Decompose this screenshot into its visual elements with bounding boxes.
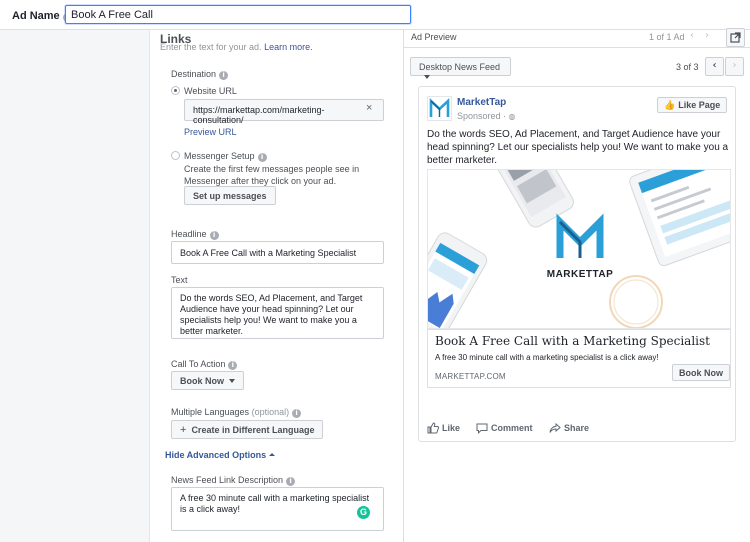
messenger-setup-label: Messenger Setup i	[184, 151, 267, 162]
divider	[427, 387, 731, 388]
messenger-description: Create the first few messages people see…	[184, 164, 360, 186]
ad-domain: MARKETTAP.COM	[435, 372, 506, 381]
chevron-down-icon	[424, 75, 430, 79]
divider	[730, 329, 731, 388]
ad-primary-text: Do the words SEO, Ad Placement, and Targ…	[427, 129, 729, 166]
chevron-right-icon: ›	[732, 60, 737, 71]
preview-page-counter: 3 of 3	[676, 62, 699, 72]
multiple-languages-label: Multiple Languages (optional) i	[171, 407, 302, 418]
ad-creative-illustration: MARKETTAP	[428, 170, 730, 328]
website-url-radio[interactable]	[171, 86, 180, 95]
ad-name-label: Ad Namei	[12, 10, 72, 22]
previous-preview-button[interactable]: ‹	[705, 57, 724, 76]
section-subtitle: Enter the text for your ad. Learn more.	[160, 42, 313, 52]
globe-icon: ◍	[508, 112, 516, 121]
call-to-action-label: Call To Action i	[171, 359, 238, 370]
learn-more-link[interactable]: Learn more.	[264, 42, 313, 52]
set-up-messages-button[interactable]: Set up messages	[184, 186, 276, 205]
news-feed-link-description-label: News Feed Link Description i	[171, 475, 296, 486]
destination-label: Destination i	[171, 69, 229, 80]
info-icon[interactable]: i	[228, 361, 238, 370]
page-name[interactable]: MarketTap	[457, 97, 506, 108]
external-link-icon	[730, 32, 741, 43]
like-page-button[interactable]: 👍 Like Page	[657, 97, 728, 113]
chevron-down-icon	[229, 379, 235, 383]
ad-headline[interactable]: Book A Free Call with a Marketing Specia…	[435, 334, 710, 348]
sponsored-label: Sponsored · ◍	[457, 111, 516, 121]
placement-dropdown[interactable]: Desktop News Feed	[410, 57, 511, 79]
links-editor: Links Enter the text for your ad. Learn …	[150, 30, 404, 542]
primary-text-input[interactable]: Do the words SEO, Ad Placement, and Targ…	[171, 287, 384, 339]
headline-label: Headline i	[171, 229, 219, 240]
text-label: Text	[171, 275, 188, 285]
ad-preview-title: Ad Preview	[411, 32, 457, 42]
ad-count: 1 of 1 Ad	[649, 32, 685, 42]
chevron-right-icon[interactable]: ›	[705, 30, 709, 41]
like-action[interactable]: Like	[427, 422, 460, 434]
divider	[427, 329, 731, 330]
share-action[interactable]: Share	[549, 422, 589, 434]
website-url-input[interactable]: https://markettap.com/marketing-consulta…	[184, 99, 384, 125]
info-icon[interactable]: i	[257, 153, 267, 162]
chevron-left-icon[interactable]: ‹	[690, 30, 694, 41]
preview-url-link[interactable]: Preview URL	[184, 127, 237, 137]
ad-name-bar: Ad Namei	[0, 0, 750, 30]
plus-icon: +	[180, 424, 187, 436]
news-feed-link-description-input[interactable]: A free 30 minute call with a marketing s…	[171, 487, 384, 531]
ad-link-description: A free 30 minute call with a marketing s…	[435, 353, 659, 362]
divider	[427, 329, 428, 388]
thumbs-up-icon: 👍	[664, 101, 676, 111]
website-url-label: Website URL	[184, 86, 237, 96]
ad-name-input[interactable]	[65, 5, 411, 24]
clear-icon[interactable]: ×	[366, 102, 372, 114]
ad-image[interactable]: MARKETTAP	[427, 169, 731, 329]
info-icon[interactable]: i	[209, 231, 219, 240]
page-logo[interactable]	[427, 96, 452, 121]
book-now-button[interactable]: Book Now	[672, 364, 730, 381]
divider	[404, 47, 750, 48]
thumbs-up-icon	[427, 422, 439, 434]
call-to-action-dropdown[interactable]: Book Now	[171, 371, 244, 390]
brand-wordmark: MARKETTAP	[547, 269, 614, 280]
grammarly-icon[interactable]: G	[357, 506, 370, 519]
chevron-up-icon	[269, 453, 276, 456]
info-icon[interactable]: i	[292, 409, 302, 418]
next-preview-button[interactable]: ›	[725, 57, 744, 76]
left-panel	[0, 30, 150, 542]
chevron-left-icon: ‹	[712, 60, 717, 71]
comment-icon	[476, 423, 488, 434]
comment-action[interactable]: Comment	[476, 422, 533, 434]
share-icon	[549, 422, 561, 433]
info-icon[interactable]: i	[219, 71, 229, 80]
markettap-logo-icon	[429, 97, 450, 117]
headline-input[interactable]: Book A Free Call with a Marketing Specia…	[171, 241, 384, 264]
ad-card: MarketTap Sponsored · ◍ 👍 Like Page Do th…	[418, 86, 736, 442]
messenger-setup-radio[interactable]	[171, 151, 180, 160]
create-language-button[interactable]: + Create in Different Language	[171, 420, 324, 439]
info-icon[interactable]: i	[286, 477, 296, 486]
ad-preview-panel: Ad Preview 1 of 1 Ad ‹ › Desktop News Fe…	[404, 28, 750, 542]
hide-advanced-options-link[interactable]: Hide Advanced Options	[165, 450, 276, 460]
open-external-button[interactable]	[726, 28, 745, 47]
